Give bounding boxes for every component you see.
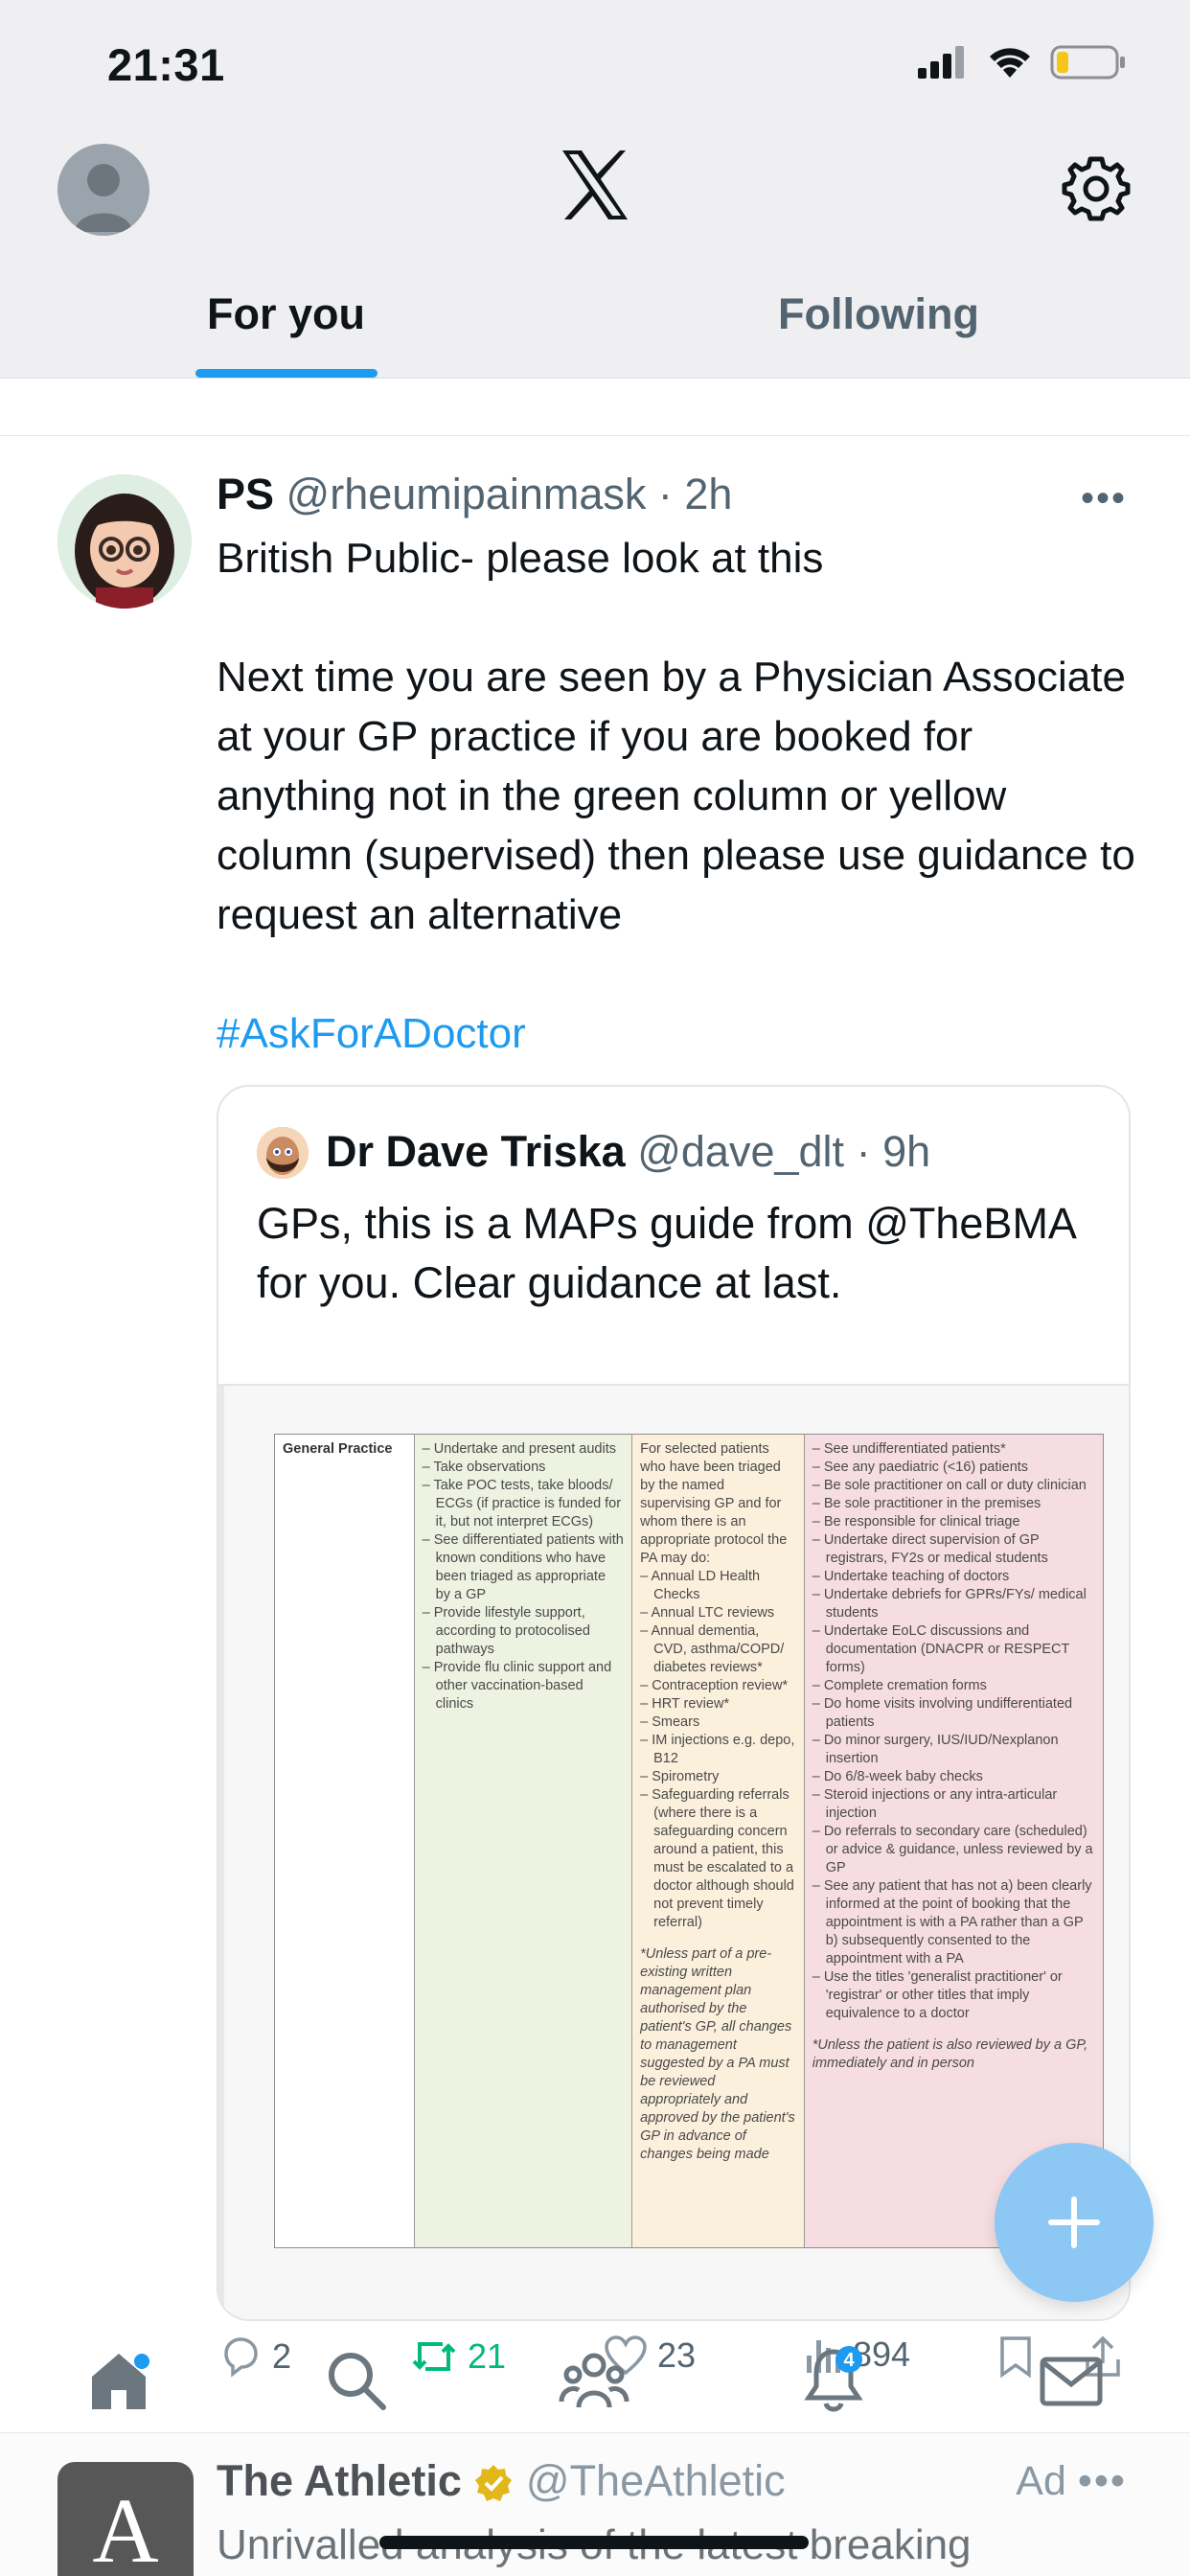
notification-badge: 4 <box>843 2350 855 2371</box>
green-column-item: Provide flu clinic support and other vac… <box>423 1659 624 1714</box>
red-column-item: Steroid injections or any intra-articula… <box>812 1786 1095 1823</box>
red-column: See undifferentiated patients* See any p… <box>804 1435 1103 2247</box>
red-column-item: Complete cremation forms <box>812 1677 1095 1695</box>
post-header: PS @rheumipainmask · 2h <box>217 470 732 519</box>
yellow-column-item: Safeguarding referrals (where there is a… <box>640 1786 796 1932</box>
home-icon[interactable] <box>82 2344 155 2417</box>
red-column-item: Do referrals to secondary care (schedule… <box>812 1823 1095 1877</box>
ad-more-icon[interactable]: ••• <box>1078 2458 1127 2504</box>
messages-icon[interactable] <box>1035 2344 1108 2417</box>
red-column-item: Do 6/8-week baby checks <box>812 1768 1095 1786</box>
post-hashtag-link[interactable]: #AskForADoctor <box>217 1004 1136 1064</box>
post-author-handle[interactable]: @rheumipainmask <box>286 470 647 518</box>
green-column: Undertake and present audits Take observ… <box>414 1435 633 2247</box>
green-column-item: Undertake and present audits <box>423 1440 624 1459</box>
ad-avatar[interactable]: A <box>57 2462 194 2576</box>
quoted-author-name[interactable]: Dr Dave Triska <box>326 1127 626 1176</box>
red-column-item: See any patient that has not a) been cle… <box>812 1877 1095 1968</box>
yellow-column-item: Contraception review* <box>640 1677 796 1695</box>
post-author-name[interactable]: PS <box>217 470 274 518</box>
timeline-tabs: For you Following <box>0 278 1190 379</box>
red-column-item: Be sole practitioner in the premises <box>812 1495 1095 1513</box>
communities-icon[interactable] <box>558 2344 630 2417</box>
post-text-line: Next time you are seen by a Physician As… <box>217 654 1135 938</box>
search-icon[interactable] <box>320 2344 393 2417</box>
ad-author-name[interactable]: The Athletic <box>217 2456 462 2505</box>
quoted-post-header: Dr Dave Triska @dave_dlt · 9h <box>326 1127 930 1177</box>
cellular-signal-icon <box>918 46 964 79</box>
red-column-item: Do minor surgery, IUS/IUD/Nexplanon inse… <box>812 1732 1095 1768</box>
red-column-note: *Unless the patient is also reviewed by … <box>812 2037 1088 2071</box>
ad-author-handle[interactable]: @TheAthletic <box>526 2456 786 2505</box>
plus-icon <box>1048 2196 1100 2248</box>
yellow-column-item: Spirometry <box>640 1768 796 1786</box>
red-column-item: Use the titles 'generalist practitioner'… <box>812 1968 1095 2023</box>
yellow-column-intro: For selected patients who have been tria… <box>640 1441 788 1566</box>
quoted-meta-separator: · <box>856 1127 871 1176</box>
profile-avatar-button[interactable] <box>57 144 149 236</box>
promoted-post[interactable]: A The Athletic @TheAthletic Ad ••• Unriv… <box>0 2432 1190 2576</box>
yellow-column-item: Annual LTC reviews <box>640 1604 796 1622</box>
compose-post-button[interactable] <box>995 2143 1154 2302</box>
battery-icon <box>1050 45 1125 80</box>
quoted-post-time[interactable]: 9h <box>882 1127 930 1176</box>
green-column-item: Take POC tests, take bloods/ ECGs (if pr… <box>423 1477 624 1531</box>
quoted-post-text: GPs, this is a MAPs guide from @TheBMA f… <box>257 1199 1075 1307</box>
bottom-navigation: 4 <box>0 2334 1190 2430</box>
ad-label: Ad ••• <box>1016 2458 1127 2505</box>
post-body: British Public- please look at this Next… <box>217 529 1136 1123</box>
red-column-item: Undertake debriefs for GPRs/FYs/ medical… <box>812 1586 1095 1622</box>
yellow-column-item: IM injections e.g. depo, B12 <box>640 1732 796 1768</box>
status-icons <box>916 44 1127 80</box>
red-column-item: Undertake teaching of doctors <box>812 1568 1095 1586</box>
red-column-item: Undertake EoLC discussions and documenta… <box>812 1622 1095 1677</box>
green-column-item: Provide lifestyle support, according to … <box>423 1604 624 1659</box>
post-more-icon[interactable]: ••• <box>1081 477 1127 520</box>
tab-following[interactable]: Following <box>778 289 979 339</box>
red-column-item: See any paediatric (<16) patients <box>812 1459 1095 1477</box>
quoted-author-avatar <box>257 1127 309 1179</box>
quoted-post-image[interactable]: General Practice Undertake and present a… <box>218 1384 1129 2319</box>
green-column-item: Take observations <box>423 1459 624 1477</box>
bearded-avatar-icon <box>257 1127 309 1179</box>
verified-badge-icon <box>475 2465 513 2501</box>
quoted-author-handle[interactable]: @dave_dlt <box>637 1127 844 1176</box>
red-column-item: Be responsible for clinical triage <box>812 1513 1095 1531</box>
yellow-column: For selected patients who have been tria… <box>632 1435 805 2247</box>
green-column-item: See differentiated patients with known c… <box>423 1531 624 1604</box>
table-row-heading: General Practice <box>275 1435 415 2247</box>
wifi-icon <box>990 48 1030 78</box>
tab-for-you[interactable]: For you <box>207 289 365 339</box>
red-column-item: See undifferentiated patients* <box>812 1440 1095 1459</box>
yellow-column-item: Annual dementia, CVD, asthma/COPD/ diabe… <box>640 1622 796 1677</box>
ad-header: The Athletic @TheAthletic <box>217 2456 786 2506</box>
post-time[interactable]: 2h <box>684 470 732 518</box>
image-edge <box>218 1386 224 2319</box>
yellow-column-item: HRT review* <box>640 1695 796 1714</box>
ad-label-text: Ad <box>1016 2458 1066 2504</box>
quoted-post-card[interactable]: Dr Dave Triska @dave_dlt · 9h GPs, this … <box>217 1085 1131 2321</box>
default-avatar-icon <box>75 164 132 232</box>
status-time: 21:31 <box>107 39 225 90</box>
notifications-icon[interactable]: 4 <box>797 2344 870 2417</box>
red-column-item: Do home visits involving undifferentiate… <box>812 1695 1095 1732</box>
post-author-avatar[interactable] <box>57 474 192 609</box>
x-logo-icon[interactable] <box>557 147 633 223</box>
top-bar: 21:31 For you Following <box>0 0 1190 379</box>
red-column-item: Be sole practitioner on call or duty cli… <box>812 1477 1095 1495</box>
yellow-column-note: *Unless part of a pre-existing written m… <box>640 1946 795 2162</box>
yellow-column-item: Annual LD Health Checks <box>640 1568 796 1604</box>
post-text-line: British Public- please look at this <box>217 535 824 582</box>
yellow-column-item: Smears <box>640 1714 796 1732</box>
post-meta-separator: · <box>657 470 673 518</box>
red-column-item: Undertake direct supervision of GP regis… <box>812 1531 1095 1568</box>
active-tab-indicator <box>195 369 378 378</box>
memoji-avatar-icon <box>57 474 192 609</box>
home-indicator[interactable] <box>379 2536 809 2549</box>
settings-gear-icon[interactable] <box>1061 153 1132 224</box>
maps-guidance-table: General Practice Undertake and present a… <box>274 1434 1104 2248</box>
